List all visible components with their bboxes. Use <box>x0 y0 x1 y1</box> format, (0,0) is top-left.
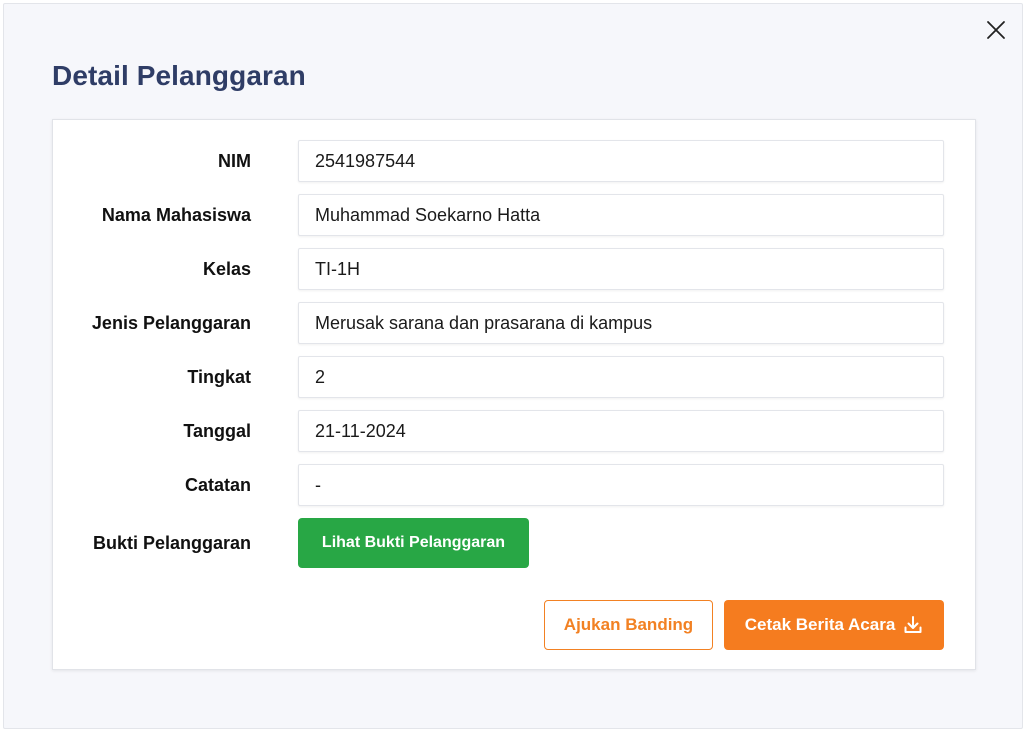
notes-label: Catatan <box>184 475 251 495</box>
view-evidence-button[interactable]: Lihat Bukti Pelanggaran <box>298 518 529 568</box>
class-field: TI-1H <box>298 248 944 290</box>
detail-card: NIM 2541987544 Nama Mahasiswa Muhammad S… <box>52 119 976 670</box>
date-field: 21-11-2024 <box>298 410 944 452</box>
violation-type-label: Jenis Pelanggaran <box>91 313 251 333</box>
close-icon <box>987 21 1005 39</box>
evidence-label: Bukti Pelanggaran <box>92 533 251 553</box>
row-date: Tanggal 21-11-2024 <box>53 410 975 452</box>
appeal-button[interactable]: Ajukan Banding <box>544 600 713 650</box>
level-field: 2 <box>298 356 944 398</box>
print-report-button[interactable]: Cetak Berita Acara <box>724 600 944 650</box>
nim-field: 2541987544 <box>298 140 944 182</box>
row-nim: NIM 2541987544 <box>53 140 975 182</box>
row-violation-type: Jenis Pelanggaran Merusak sarana dan pra… <box>53 302 975 344</box>
modal-title: Detail Pelanggaran <box>52 60 306 91</box>
nim-label: NIM <box>218 151 251 171</box>
class-label: Kelas <box>202 259 251 279</box>
close-button[interactable] <box>984 18 1008 42</box>
row-class: Kelas TI-1H <box>53 248 975 290</box>
download-icon <box>904 616 922 633</box>
student-name-field: Muhammad Soekarno Hatta <box>298 194 944 236</box>
print-report-label: Cetak Berita Acara <box>744 615 896 634</box>
violation-detail-modal: Detail Pelanggaran NIM 2541987544 Nama M… <box>3 3 1023 729</box>
row-student-name: Nama Mahasiswa Muhammad Soekarno Hatta <box>53 194 975 236</box>
notes-field: - <box>298 464 944 506</box>
student-name-label: Nama Mahasiswa <box>101 205 251 225</box>
violation-type-field: Merusak sarana dan prasarana di kampus <box>298 302 944 344</box>
level-label: Tingkat <box>187 367 251 387</box>
row-evidence: Bukti Pelanggaran Lihat Bukti Pelanggara… <box>53 518 975 568</box>
row-notes: Catatan - <box>53 464 975 506</box>
date-label: Tanggal <box>183 421 251 441</box>
row-level: Tingkat 2 <box>53 356 975 398</box>
